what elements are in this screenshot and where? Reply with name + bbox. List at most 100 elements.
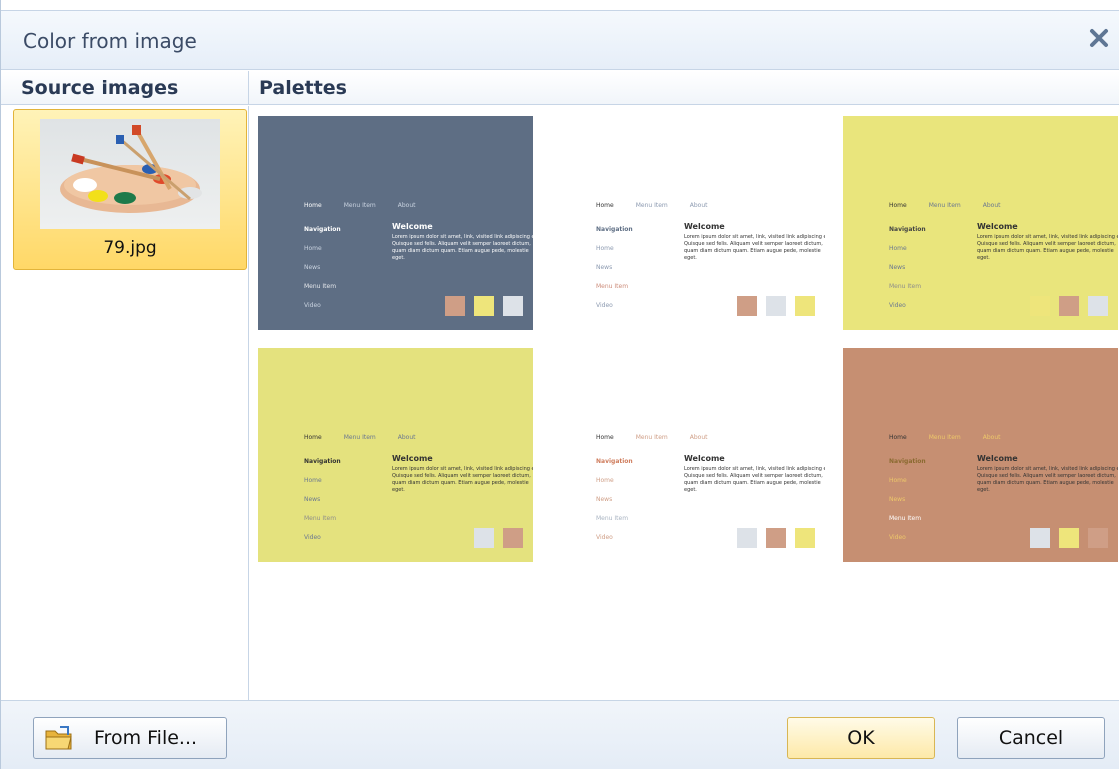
preview-nav-item: About [397,202,416,209]
color-swatch [1088,296,1108,316]
color-swatch [795,296,815,316]
preview-nav-item: About [397,434,416,441]
color-swatch [445,296,465,316]
preview-side-link: News [889,264,906,271]
preview-nav-item: About [982,202,1001,209]
preview-nav-item: Menu Item [343,202,376,209]
color-swatch [1059,296,1079,316]
preview-body-text: Lorem ipsum dolor sit amet, link, visite… [977,234,1118,261]
preview-side-link: Video [889,302,906,309]
preview-side-link: Home [596,477,614,484]
preview-swatches [445,296,523,316]
preview-top-nav: Home Menu Item About [304,434,438,441]
preview-nav-heading: Navigation [889,458,926,465]
color-swatch [766,296,786,316]
preview-welcome-heading: Welcome [392,222,433,231]
palette-preview[interactable]: Home Menu Item About Navigation Home News Menu… [550,116,825,330]
cancel-button[interactable]: Cancel [957,717,1105,759]
color-swatch [737,528,757,548]
preview-side-link: Video [889,534,906,541]
preview-content: Welcome Lorem ipsum dolor sit amet, link,… [977,454,1118,494]
color-swatch [503,296,523,316]
preview-side-nav: Navigation Home News Menu Item Video [596,452,633,547]
preview-nav-item: Home [889,202,907,209]
preview-nav-item: Menu Item [635,202,668,209]
palettes-header: Palettes [249,71,1119,105]
preview-welcome-heading: Welcome [392,454,433,463]
from-file-button[interactable]: From File... [33,717,227,759]
preview-side-link: Video [304,302,321,309]
preview-side-nav: Navigation Home News Menu Item Video [596,220,633,315]
preview-side-link: Menu Item [889,515,922,522]
preview-nav-item: Home [596,202,614,209]
preview-welcome-heading: Welcome [684,454,725,463]
palette-preview[interactable]: Home Menu Item About Navigation Home News Menu… [550,348,825,562]
color-swatch [1030,528,1050,548]
preview-nav-heading: Navigation [889,226,926,233]
preview-nav-item: Menu Item [343,434,376,441]
source-image-label: 79.jpg [103,238,157,258]
preview-top-nav: Home Menu Item About [889,434,1023,441]
preview-side-link: Menu Item [304,515,337,522]
preview-side-link: Menu Item [889,283,922,290]
preview-nav-heading: Navigation [304,226,341,233]
palette-preview[interactable]: Home Menu Item About Navigation Home News Menu… [843,116,1118,330]
color-swatch [474,528,494,548]
preview-body-text: Lorem ipsum dolor sit amet, link, visite… [977,466,1118,493]
palette-preview[interactable]: Home Menu Item About Navigation Home News Menu… [843,348,1118,562]
preview-welcome-heading: Welcome [977,454,1018,463]
source-images-header: Source images [1,71,249,105]
preview-body-text: Lorem ipsum dolor sit amet, link, visite… [392,466,533,493]
preview-side-link: Menu Item [596,515,629,522]
preview-swatches [1030,296,1108,316]
palette-preview[interactable]: Home Menu Item About Navigation Home News Menu… [258,348,533,562]
preview-nav-item: About [689,202,708,209]
preview-side-link: Video [596,534,613,541]
close-icon[interactable] [1086,25,1112,51]
preview-content: Welcome Lorem ipsum dolor sit amet, link,… [392,222,533,262]
preview-nav-item: Home [304,202,322,209]
preview-top-nav: Home Menu Item About [596,434,730,441]
preview-nav-item: Menu Item [635,434,668,441]
preview-side-link: Home [889,477,907,484]
palettes-grid: Home Menu Item About Navigation Home News Menu… [250,106,1119,700]
preview-top-nav: Home Menu Item About [596,202,730,209]
color-swatch [1088,528,1108,548]
title-bar: Color from image [1,10,1119,70]
dialog-footer: From File... OK Cancel [1,700,1119,769]
preview-top-nav: Home Menu Item About [889,202,1023,209]
preview-side-link: Video [596,302,613,309]
preview-content: Welcome Lorem ipsum dolor sit amet, link,… [684,454,825,494]
preview-nav-heading: Navigation [304,458,341,465]
preview-nav-item: About [982,434,1001,441]
preview-content: Welcome Lorem ipsum dolor sit amet, link,… [392,454,533,494]
preview-body-text: Lorem ipsum dolor sit amet, link, visite… [684,466,825,493]
preview-side-link: Home [304,477,322,484]
color-swatch [445,528,465,548]
source-images-list: 79.jpg [1,106,249,700]
ok-button[interactable]: OK [787,717,935,759]
palette-preview[interactable]: Home Menu Item About Navigation Home News Menu… [258,116,533,330]
color-swatch [795,528,815,548]
preview-swatches [445,528,523,548]
palette-image-thumbnail [40,119,220,229]
preview-side-link: Home [304,245,322,252]
preview-nav-item: Home [889,434,907,441]
preview-nav-item: Home [304,434,322,441]
preview-swatches [1030,528,1108,548]
preview-nav-heading: Navigation [596,226,633,233]
preview-top-nav: Home Menu Item About [304,202,438,209]
preview-side-nav: Navigation Home News Menu Item Video [304,220,341,315]
preview-welcome-heading: Welcome [977,222,1018,231]
preview-side-link: Home [596,245,614,252]
color-swatch [766,528,786,548]
preview-side-link: News [889,496,906,503]
preview-nav-item: About [689,434,708,441]
preview-swatches [737,296,815,316]
preview-side-link: Menu Item [596,283,629,290]
preview-side-link: Video [304,534,321,541]
color-swatch [1059,528,1079,548]
preview-nav-item: Home [596,434,614,441]
preview-nav-item: Menu Item [928,434,961,441]
source-image-item[interactable]: 79.jpg [13,109,247,270]
